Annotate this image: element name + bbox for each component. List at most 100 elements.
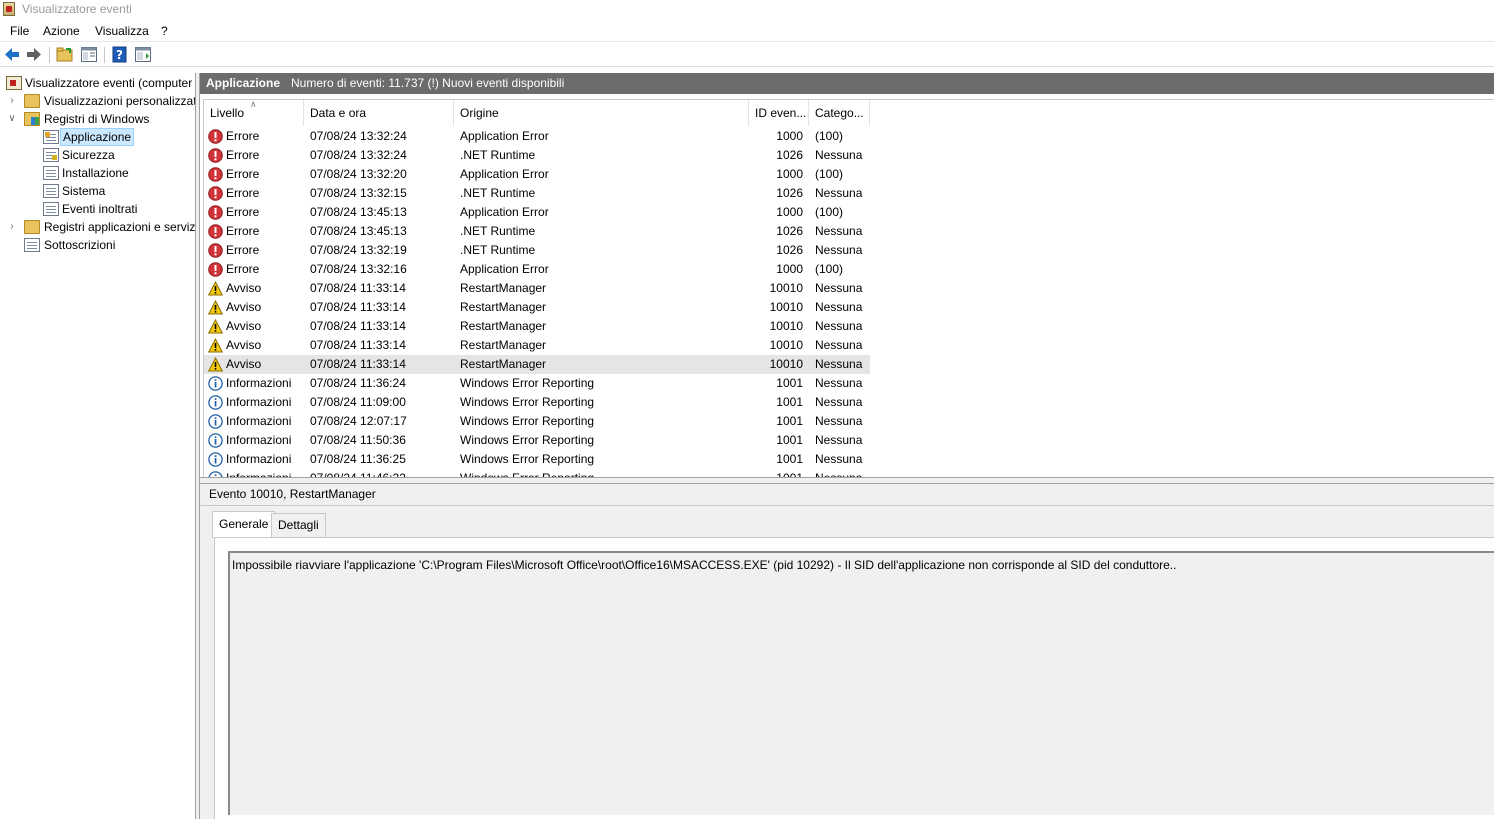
cell-source: Application Error <box>460 205 549 219</box>
cell-datetime: 07/08/24 11:33:14 <box>310 357 406 371</box>
table-row[interactable]: Avviso 07/08/24 11:33:14 RestartManager 100… <box>204 279 870 298</box>
back-arrow-icon[interactable] <box>3 46 21 63</box>
tab-dettagli[interactable]: Dettagli <box>271 513 326 537</box>
cell-category: Nessuna <box>815 452 863 466</box>
expand-chevron-icon[interactable]: › <box>7 218 17 236</box>
tree-windows-logs[interactable]: ∨ Registri di Windows <box>0 110 195 128</box>
table-row[interactable]: Avviso 07/08/24 11:33:14 RestartManager 100… <box>204 317 870 336</box>
tree-log-sicurezza[interactable]: Sicurezza <box>0 146 195 164</box>
tree-log-installazione[interactable]: Installazione <box>0 164 195 182</box>
tree-windows-logs-label: Registri di Windows <box>44 112 150 126</box>
column-header-origine[interactable]: Origine <box>454 100 749 126</box>
expand-chevron-icon[interactable]: › <box>7 92 17 110</box>
event-message-box[interactable]: Impossibile riavviare l'applicazione 'C:… <box>228 551 1494 815</box>
menu-bar: File Azione Visualizza ? <box>0 21 1494 42</box>
table-row[interactable]: Avviso 07/08/24 11:33:14 RestartManager 100… <box>204 298 870 317</box>
cell-level: Errore <box>204 222 304 241</box>
column-header-data-ora[interactable]: Data e ora <box>304 100 454 126</box>
table-row[interactable]: Informazioni 07/08/24 11:46:22 Windows Err… <box>204 469 870 477</box>
table-row[interactable]: Errore 07/08/24 13:32:19 .NET Runtime 1026 N… <box>204 241 870 260</box>
cell-level: Informazioni <box>204 374 304 393</box>
table-row[interactable]: Informazioni 07/08/24 11:36:24 Windows Err… <box>204 374 870 393</box>
tree-app-services[interactable]: › Registri applicazioni e servizi <box>0 218 196 236</box>
cell-category: Nessuna <box>815 469 870 477</box>
error-icon <box>208 186 223 201</box>
show-hide-pane-icon[interactable] <box>134 46 152 63</box>
tab-generale[interactable]: Generale <box>212 511 276 538</box>
cell-category: Nessuna <box>815 357 863 371</box>
table-row[interactable]: Errore 07/08/24 13:32:20 Application Error… <box>204 165 870 184</box>
tree-app-services-label: Registri applicazioni e servizi <box>44 220 196 234</box>
table-row[interactable]: Avviso 07/08/24 11:33:14 RestartManager 100… <box>204 336 870 355</box>
tree-custom-views[interactable]: › Visualizzazioni personalizzate <box>0 92 196 110</box>
event-viewer-icon <box>6 76 22 90</box>
table-row[interactable]: Errore 07/08/24 13:32:24 .NET Runtime 1026 N… <box>204 146 870 165</box>
cell-level: Avviso <box>204 279 304 298</box>
tree-log-applicazione[interactable]: Applicazione <box>0 128 195 146</box>
tree-root-label: Visualizzatore eventi (computer <box>25 76 193 90</box>
table-row[interactable]: Errore 07/08/24 13:32:24 Application Error… <box>204 127 870 146</box>
column-header-label: Catego... <box>815 106 864 120</box>
event-message: Impossibile riavviare l'applicazione 'C:… <box>232 558 1177 572</box>
windows-logs-icon <box>24 112 40 126</box>
menu-help[interactable]: ? <box>161 24 168 38</box>
cell-datetime: 07/08/24 11:33:14 <box>310 338 406 352</box>
level-label: Informazioni <box>226 452 292 466</box>
table-row[interactable]: Avviso 07/08/24 11:33:14 RestartManager 100… <box>204 355 870 374</box>
tree-subscriptions-label: Sottoscrizioni <box>44 238 116 252</box>
tree-log-label: Sistema <box>62 184 106 198</box>
cell-level: Errore <box>204 184 304 203</box>
menu-azione[interactable]: Azione <box>43 24 80 38</box>
tree-log-eventi-inoltrati[interactable]: Eventi inoltrati <box>0 200 195 218</box>
tree-custom-views-label: Visualizzazioni personalizzate <box>44 94 196 108</box>
cell-event-id: 1001 <box>749 469 803 477</box>
divider <box>200 505 1494 506</box>
open-folder-icon[interactable] <box>56 46 74 63</box>
cell-category: Nessuna <box>815 338 863 352</box>
column-header-categoria[interactable]: Catego... <box>809 100 870 126</box>
level-label: Errore <box>226 129 260 143</box>
table-row[interactable]: Informazioni 07/08/24 11:50:36 Windows Err… <box>204 431 870 450</box>
horizontal-splitter[interactable] <box>200 477 1494 484</box>
cell-event-id: 1026 <box>776 148 803 162</box>
cell-datetime: 07/08/24 11:09:00 <box>310 395 406 409</box>
collapse-chevron-icon[interactable]: ∨ <box>7 110 17 128</box>
info-icon <box>208 414 223 429</box>
tree-root[interactable]: Visualizzatore eventi (computer <box>0 74 195 92</box>
tree-subscriptions[interactable]: Sottoscrizioni <box>0 236 195 254</box>
help-icon[interactable]: ? <box>111 46 129 63</box>
menu-visualizza[interactable]: Visualizza <box>95 24 149 38</box>
error-icon <box>208 224 223 239</box>
column-header-livello[interactable]: ∧ Livello <box>204 100 304 126</box>
info-icon <box>208 376 223 391</box>
cell-datetime: 07/08/24 11:33:14 <box>310 319 406 333</box>
table-row[interactable]: Errore 07/08/24 13:32:15 .NET Runtime 1026 N… <box>204 184 870 203</box>
table-row[interactable]: Informazioni 07/08/24 12:07:17 Windows Err… <box>204 412 870 431</box>
cell-category: Nessuna <box>815 414 863 428</box>
column-header-label: Origine <box>460 106 499 120</box>
properties-pane-icon[interactable] <box>80 46 98 63</box>
table-row[interactable]: Informazioni 07/08/24 11:36:25 Windows Err… <box>204 450 870 469</box>
cell-level: Informazioni <box>204 450 304 469</box>
cell-event-id: 1000 <box>776 167 803 181</box>
table-row[interactable]: Errore 07/08/24 13:45:13 .NET Runtime 1026 N… <box>204 222 870 241</box>
cell-source: RestartManager <box>460 357 547 371</box>
warning-icon <box>208 338 223 353</box>
event-count-info: Numero di eventi: 11.737 (!) Nuovi event… <box>291 76 565 90</box>
cell-datetime: 07/08/24 12:07:17 <box>310 414 407 428</box>
cell-datetime: 07/08/24 11:36:24 <box>310 376 406 390</box>
level-label: Errore <box>226 186 260 200</box>
cell-event-id: 1001 <box>776 433 803 447</box>
cell-source: Windows Error Reporting <box>460 469 749 477</box>
table-row[interactable]: Errore 07/08/24 13:32:16 Application Error… <box>204 260 870 279</box>
column-header-label: ID even... <box>755 106 807 120</box>
window-title: Visualizzatore eventi <box>22 2 132 16</box>
tree-log-sistema[interactable]: Sistema <box>0 182 195 200</box>
table-row[interactable]: Informazioni 07/08/24 11:09:00 Windows Err… <box>204 393 870 412</box>
menu-file[interactable]: File <box>10 24 29 38</box>
column-header-id-evento[interactable]: ID even... <box>749 100 809 126</box>
forward-arrow-icon[interactable] <box>25 46 43 63</box>
table-row[interactable]: Errore 07/08/24 13:45:13 Application Error… <box>204 203 870 222</box>
cell-datetime: 07/08/24 11:50:36 <box>310 433 406 447</box>
tree-log-label: Sicurezza <box>62 148 115 162</box>
